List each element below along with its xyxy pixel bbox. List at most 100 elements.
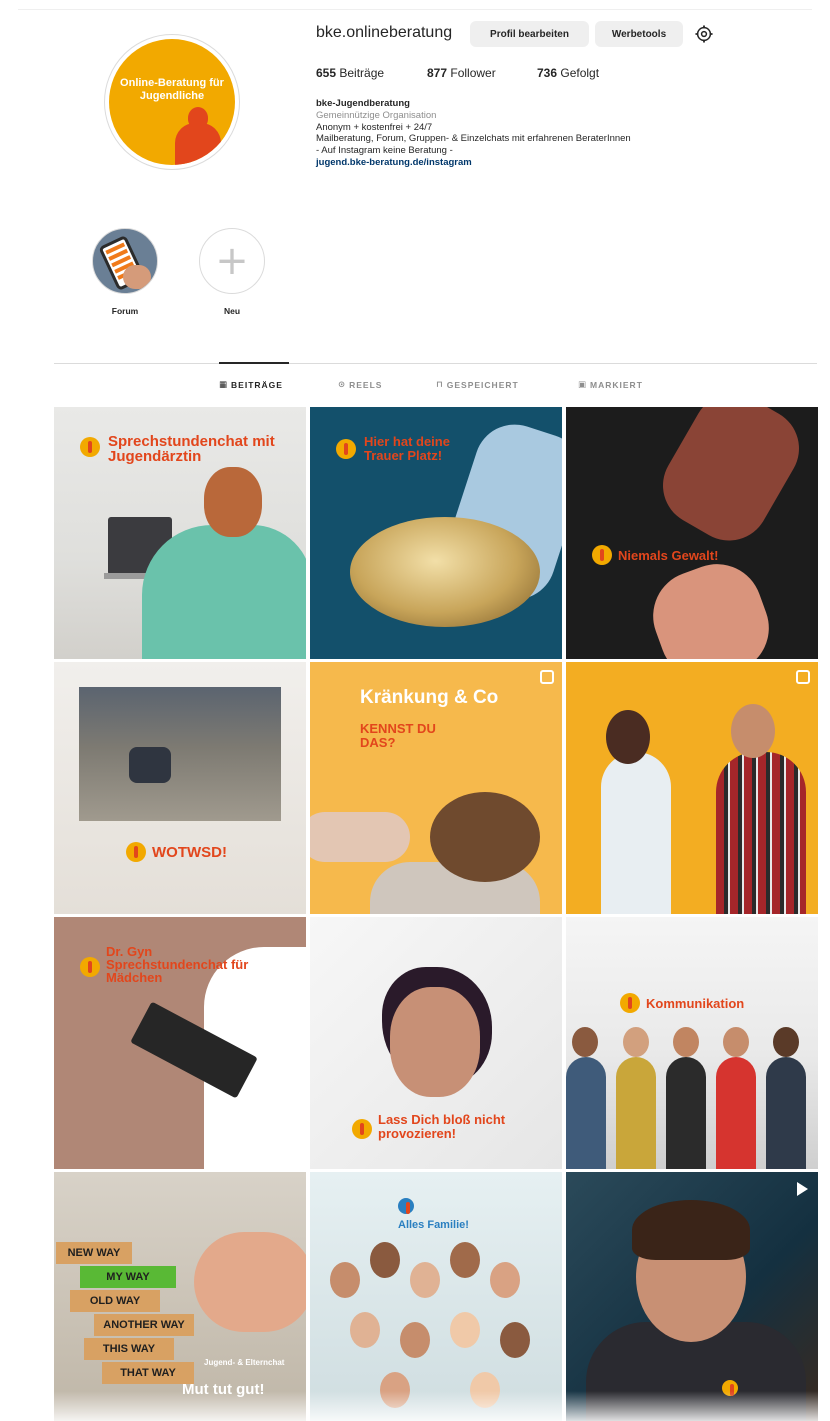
post-tile[interactable]: Hier hat deine Trauer Platz! xyxy=(310,407,562,659)
face-shape xyxy=(500,1322,530,1358)
highlight-cover xyxy=(92,228,158,294)
carousel-icon xyxy=(540,670,554,684)
profile-avatar[interactable]: Online-Beratung für Jugendliche xyxy=(104,34,240,170)
post-tile[interactable] xyxy=(566,1172,818,1421)
tab-label: MARKIERT xyxy=(590,380,643,390)
photo-frame xyxy=(79,687,281,821)
person-shape xyxy=(716,1057,756,1169)
ad-tools-button[interactable]: Werbetools xyxy=(595,21,683,47)
post-caption: Sprechstundenchat mit Jugendärztin xyxy=(108,433,275,465)
bio-line: - Auf Instagram keine Beratung - xyxy=(316,145,453,157)
head-shape xyxy=(623,1027,649,1057)
brand-logo-icon xyxy=(398,1198,414,1214)
bio-line: Anonym + kostenfrei + 24/7 xyxy=(316,121,433,133)
profile-bio: bke-Jugendberatung Gemeinnützige Organis… xyxy=(316,98,736,169)
chat-badge: Jugend- & Elternchat xyxy=(204,1358,285,1367)
brand-logo-icon xyxy=(620,993,640,1013)
post-tile[interactable]: Alles Familie! xyxy=(310,1172,562,1421)
followers-label: Follower xyxy=(450,66,496,80)
word-block: ANOTHER WAY xyxy=(94,1314,194,1336)
post-caption: Kränkung & Co xyxy=(360,687,499,708)
brand-logo-icon xyxy=(352,1119,372,1139)
tab-label: REELS xyxy=(349,380,383,390)
carousel-icon xyxy=(796,670,810,684)
brand-logo-icon xyxy=(80,957,100,977)
tab-saved[interactable]: ⊓ GESPEICHERT xyxy=(436,380,519,390)
person-shape xyxy=(142,525,306,659)
person-shape xyxy=(766,1057,806,1169)
word-block: THAT WAY xyxy=(102,1362,194,1384)
hair-shape xyxy=(350,517,540,627)
word-block: OLD WAY xyxy=(70,1290,160,1312)
brand-logo-icon xyxy=(592,545,612,565)
bio-name: bke-Jugendberatung xyxy=(316,98,410,109)
post-caption: Hier hat deine Trauer Platz! xyxy=(364,434,450,463)
profile-username: bke.onlineberatung xyxy=(316,24,453,41)
hair-shape xyxy=(632,1200,750,1260)
face-shape xyxy=(370,1242,400,1278)
video-play-icon xyxy=(797,1182,808,1196)
person-shape xyxy=(601,752,671,914)
post-caption: Kommunikation xyxy=(646,996,745,1011)
post-tile[interactable]: Lass Dich bloß nicht provozieren! xyxy=(310,917,562,1169)
followers-stat[interactable]: 877 Follower xyxy=(427,66,496,80)
top-divider xyxy=(18,9,812,10)
face-shape xyxy=(400,1322,430,1358)
word-block: THIS WAY xyxy=(84,1338,174,1360)
head-shape xyxy=(572,1027,598,1057)
bookmark-icon: ⊓ xyxy=(436,380,444,390)
head-shape xyxy=(606,710,650,764)
head-shape xyxy=(430,792,540,882)
post-tile[interactable]: Niemals Gewalt! xyxy=(566,407,818,659)
bio-line: Mailberatung, Forum, Gruppen- & Einzelch… xyxy=(316,133,631,145)
hand-shape xyxy=(194,1232,306,1332)
hand-shape xyxy=(123,265,151,289)
following-count: 736 xyxy=(537,66,558,80)
post-tile[interactable]: Kommunikation xyxy=(566,917,818,1169)
plus-icon: + xyxy=(215,238,249,284)
tab-posts[interactable]: ▦ BEITRÄGE xyxy=(219,380,283,390)
post-caption: WOTWSD! xyxy=(152,844,227,861)
head-shape xyxy=(723,1027,749,1057)
hand-shape xyxy=(310,812,410,862)
post-tile[interactable]: Sprechstundenchat mit Jugendärztin xyxy=(54,407,306,659)
highlight-forum[interactable]: Forum xyxy=(92,228,158,316)
face-shape xyxy=(410,1262,440,1298)
post-caption: Lass Dich bloß nicht provozieren! xyxy=(378,1112,506,1141)
bio-category: Gemeinnützige Organisation xyxy=(316,109,437,121)
avatar-image: Online-Beratung für Jugendliche xyxy=(109,39,235,165)
tab-tagged[interactable]: ▣ MARKIERT xyxy=(578,380,643,390)
hand-shape xyxy=(648,407,814,556)
tab-label: GESPEICHERT xyxy=(446,380,519,390)
post-tile[interactable]: Dr. Gyn Sprechstundenchat für Mädchen xyxy=(54,917,306,1169)
post-caption: Mut tut gut! xyxy=(182,1381,265,1398)
post-tile[interactable]: Kränkung & Co KENNST DU DAS? xyxy=(310,662,562,914)
gear-icon[interactable] xyxy=(695,25,713,43)
brand-logo-icon xyxy=(80,437,100,457)
posts-count: 655 xyxy=(316,66,337,80)
bio-link[interactable]: jugend.bke-beratung.de/instagram xyxy=(316,157,736,169)
post-tile[interactable]: WOTWSD! xyxy=(54,662,306,914)
word-block: NEW WAY xyxy=(56,1242,132,1264)
edit-profile-button[interactable]: Profil bearbeiten xyxy=(470,21,589,47)
post-subcaption: KENNST DU DAS? xyxy=(360,721,436,750)
posts-label: Beiträge xyxy=(339,66,385,80)
word-block: MY WAY xyxy=(80,1266,176,1288)
head-shape xyxy=(773,1027,799,1057)
brand-logo-icon xyxy=(126,842,146,862)
post-tile[interactable]: NEW WAY MY WAY OLD WAY ANOTHER WAY THIS … xyxy=(54,1172,306,1421)
person-shape xyxy=(716,752,806,914)
post-caption: Dr. Gyn Sprechstundenchat für Mädchen xyxy=(106,944,249,985)
tab-reels[interactable]: ⊙ REELS xyxy=(338,380,382,390)
following-stat[interactable]: 736 Gefolgt xyxy=(537,66,599,80)
highlight-new[interactable]: + Neu xyxy=(199,228,265,316)
head-shape xyxy=(673,1027,699,1057)
tabs-divider xyxy=(54,363,817,364)
post-tile[interactable] xyxy=(566,662,818,914)
highlight-label: Forum xyxy=(111,306,139,316)
avatar-text: Online-Beratung für Jugendliche xyxy=(120,77,224,102)
face-shape xyxy=(490,1262,520,1298)
face-shape xyxy=(450,1312,480,1348)
followers-count: 877 xyxy=(427,66,448,80)
highlight-cover: + xyxy=(199,228,265,294)
